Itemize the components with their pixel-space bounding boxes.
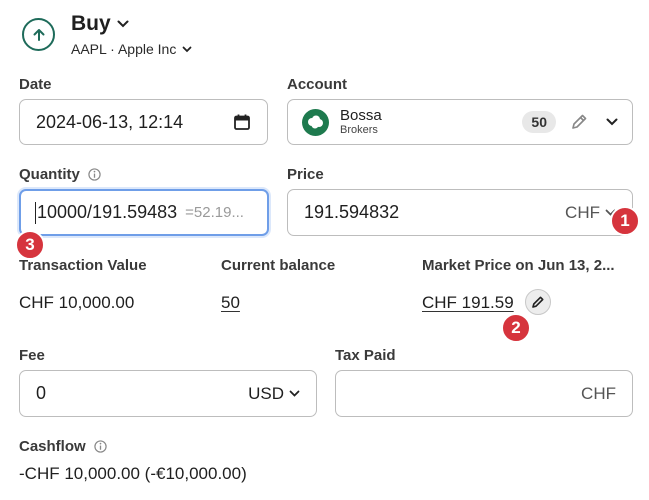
asset-selector[interactable]: AAPL · Apple Inc: [71, 41, 192, 57]
fee-input[interactable]: 0 USD: [19, 370, 317, 417]
account-count-badge: 50: [522, 111, 556, 133]
price-value: 191.594832: [304, 202, 400, 222]
quantity-label-text: Quantity: [19, 166, 80, 183]
quantity-input[interactable]: 10000/191.59483 =52.19...: [19, 189, 269, 236]
info-icon[interactable]: [94, 440, 107, 453]
current-balance-link[interactable]: 50: [221, 293, 240, 313]
transaction-value-label: Transaction Value: [19, 257, 147, 274]
info-icon[interactable]: [88, 168, 101, 181]
fee-value: 0: [36, 383, 47, 403]
chevron-down-icon: [182, 46, 192, 52]
transaction-type-selector[interactable]: Buy: [71, 12, 129, 36]
tax-paid-label-text: Tax Paid: [335, 347, 396, 364]
pencil-icon[interactable]: [570, 113, 588, 131]
annotation-marker-3: 3: [15, 230, 45, 260]
price-currency-selector[interactable]: CHF: [565, 203, 616, 223]
price-input[interactable]: 191.594832 CHF: [287, 189, 633, 236]
fee-label-text: Fee: [19, 347, 45, 364]
date-input[interactable]: 2024-06-13, 12:14: [19, 99, 268, 145]
tax-paid-input[interactable]: CHF: [335, 370, 633, 417]
account-logo-icon: [302, 108, 329, 136]
quantity-label: Quantity: [19, 166, 101, 183]
cashflow-label: Cashflow: [19, 438, 107, 455]
fee-currency-selector[interactable]: USD: [248, 384, 300, 404]
quantity-computed-hint: =52.19...: [185, 204, 244, 221]
page-title: Buy: [71, 12, 111, 35]
price-label: Price: [287, 166, 324, 183]
asset-name: AAPL · Apple Inc: [71, 41, 177, 57]
fee-currency-text: USD: [248, 383, 284, 403]
market-price-label-text: Market Price on Jun 13, 2...: [422, 257, 615, 274]
calendar-icon[interactable]: [233, 113, 251, 131]
price-currency-text: CHF: [565, 202, 600, 222]
transaction-value-label-text: Transaction Value: [19, 257, 147, 274]
current-balance-label-text: Current balance: [221, 257, 336, 274]
current-balance-label: Current balance: [221, 257, 335, 274]
fee-label: Fee: [19, 347, 45, 364]
tax-currency: CHF: [581, 383, 616, 403]
annotation-marker-2: 2: [501, 313, 531, 343]
account-label-text: Account: [287, 76, 347, 93]
chevron-down-icon: [289, 390, 300, 397]
annotation-marker-1: 1: [610, 206, 640, 236]
account-selector[interactable]: Bossa Brokers 50: [287, 99, 633, 145]
account-label: Account: [287, 76, 347, 93]
text-cursor: [35, 201, 36, 224]
account-type: Brokers: [340, 123, 378, 136]
chevron-down-icon: [117, 20, 129, 28]
date-label-text: Date: [19, 76, 52, 93]
price-label-text: Price: [287, 166, 324, 183]
cashflow-value: -CHF 10,000.00 (-€10,000.00): [19, 464, 247, 483]
buy-arrow-icon: [22, 18, 55, 51]
date-label: Date: [19, 76, 52, 93]
account-name: Bossa: [340, 106, 382, 124]
cashflow-label-text: Cashflow: [19, 438, 86, 455]
transaction-value: CHF 10,000.00: [19, 293, 135, 312]
quantity-value: 10000/191.59483: [37, 202, 178, 222]
chevron-down-icon[interactable]: [606, 118, 618, 126]
market-price-link[interactable]: CHF 191.59: [422, 293, 514, 313]
date-value: 2024-06-13, 12:14: [36, 111, 184, 132]
tax-paid-label: Tax Paid: [335, 347, 396, 364]
edit-market-price-button[interactable]: [525, 289, 551, 315]
market-price-label: Market Price on Jun 13, 2...: [422, 257, 615, 274]
pencil-icon: [532, 296, 544, 308]
